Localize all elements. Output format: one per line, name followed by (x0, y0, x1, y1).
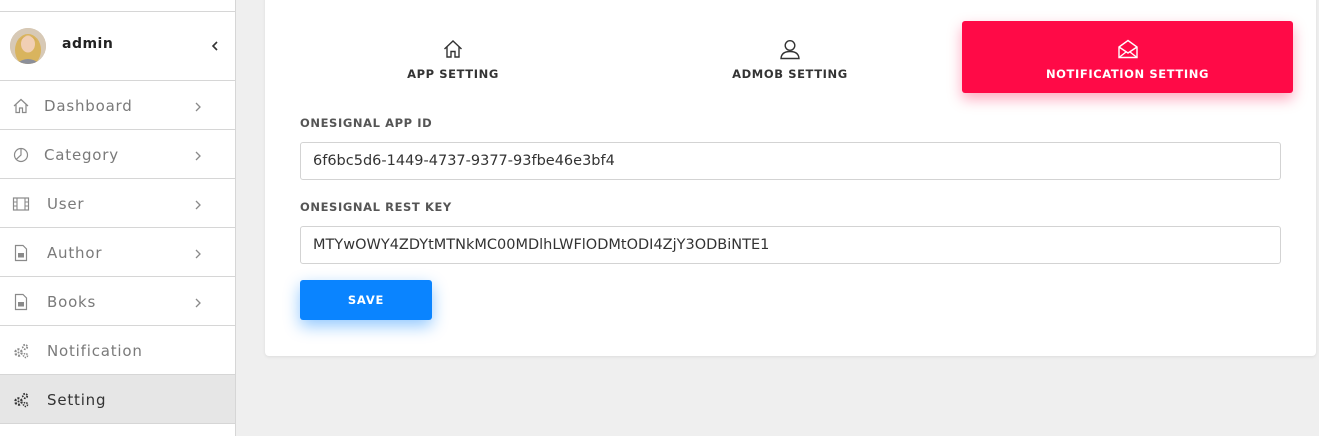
gears-icon (12, 342, 30, 360)
sidebar-item-label: Dashboard (44, 97, 133, 115)
sidebar-item-dashboard[interactable]: Dashboard (0, 81, 235, 130)
sidebar-item-label: Category (44, 146, 119, 164)
avatar[interactable] (10, 28, 46, 64)
user-name: admin (62, 36, 114, 52)
sidebar-item-notification[interactable]: Notification (0, 326, 235, 375)
gears-icon (12, 391, 30, 409)
tab-notification-setting[interactable]: NOTIFICATION SETTING (962, 21, 1293, 93)
film-icon (12, 195, 30, 213)
file-icon (12, 293, 30, 311)
user-profile: admin (0, 12, 235, 81)
sidebar: admin Dashboard Category User Author Boo… (0, 0, 236, 436)
sidebar-item-setting[interactable]: Setting (0, 375, 235, 424)
sidebar-item-label: User (47, 195, 85, 213)
sidebar-item-category[interactable]: Category (0, 130, 235, 179)
chevron-right-icon (193, 98, 203, 112)
file-icon (12, 244, 30, 262)
app-id-input[interactable] (300, 142, 1281, 180)
sidebar-item-author[interactable]: Author (0, 228, 235, 277)
rest-key-input[interactable] (300, 226, 1281, 264)
sidebar-item-label: Author (47, 244, 103, 262)
tab-app-setting[interactable]: APP SETTING (293, 21, 613, 93)
chevron-right-icon (193, 196, 203, 210)
sidebar-nav: Dashboard Category User Author Books Not… (0, 81, 235, 424)
sidebar-item-label: Notification (47, 342, 143, 360)
sidebar-top-edge (0, 0, 235, 12)
sidebar-collapse-icon[interactable] (208, 38, 222, 54)
rest-key-label: ONESIGNAL REST KEY (300, 200, 452, 214)
pie-chart-icon (12, 146, 30, 164)
user-icon (779, 38, 801, 60)
save-button[interactable]: SAVE (300, 280, 432, 320)
chevron-right-icon (193, 147, 203, 161)
sidebar-item-books[interactable]: Books (0, 277, 235, 326)
tab-admob-setting[interactable]: ADMOB SETTING (630, 21, 950, 93)
chevron-right-icon (193, 294, 203, 308)
settings-card: APP SETTING ADMOB SETTING NOTIFICATION S… (265, 0, 1316, 356)
envelope-open-icon (1117, 38, 1139, 60)
home-icon (12, 97, 30, 115)
chevron-right-icon (193, 245, 203, 259)
sidebar-item-label: Books (47, 293, 97, 311)
app-id-label: ONESIGNAL APP ID (300, 116, 433, 130)
tab-label: APP SETTING (407, 67, 499, 81)
tab-label: ADMOB SETTING (732, 67, 848, 81)
sidebar-item-user[interactable]: User (0, 179, 235, 228)
home-icon (442, 38, 464, 60)
tab-label: NOTIFICATION SETTING (1045, 67, 1210, 81)
sidebar-item-label: Setting (47, 391, 107, 409)
